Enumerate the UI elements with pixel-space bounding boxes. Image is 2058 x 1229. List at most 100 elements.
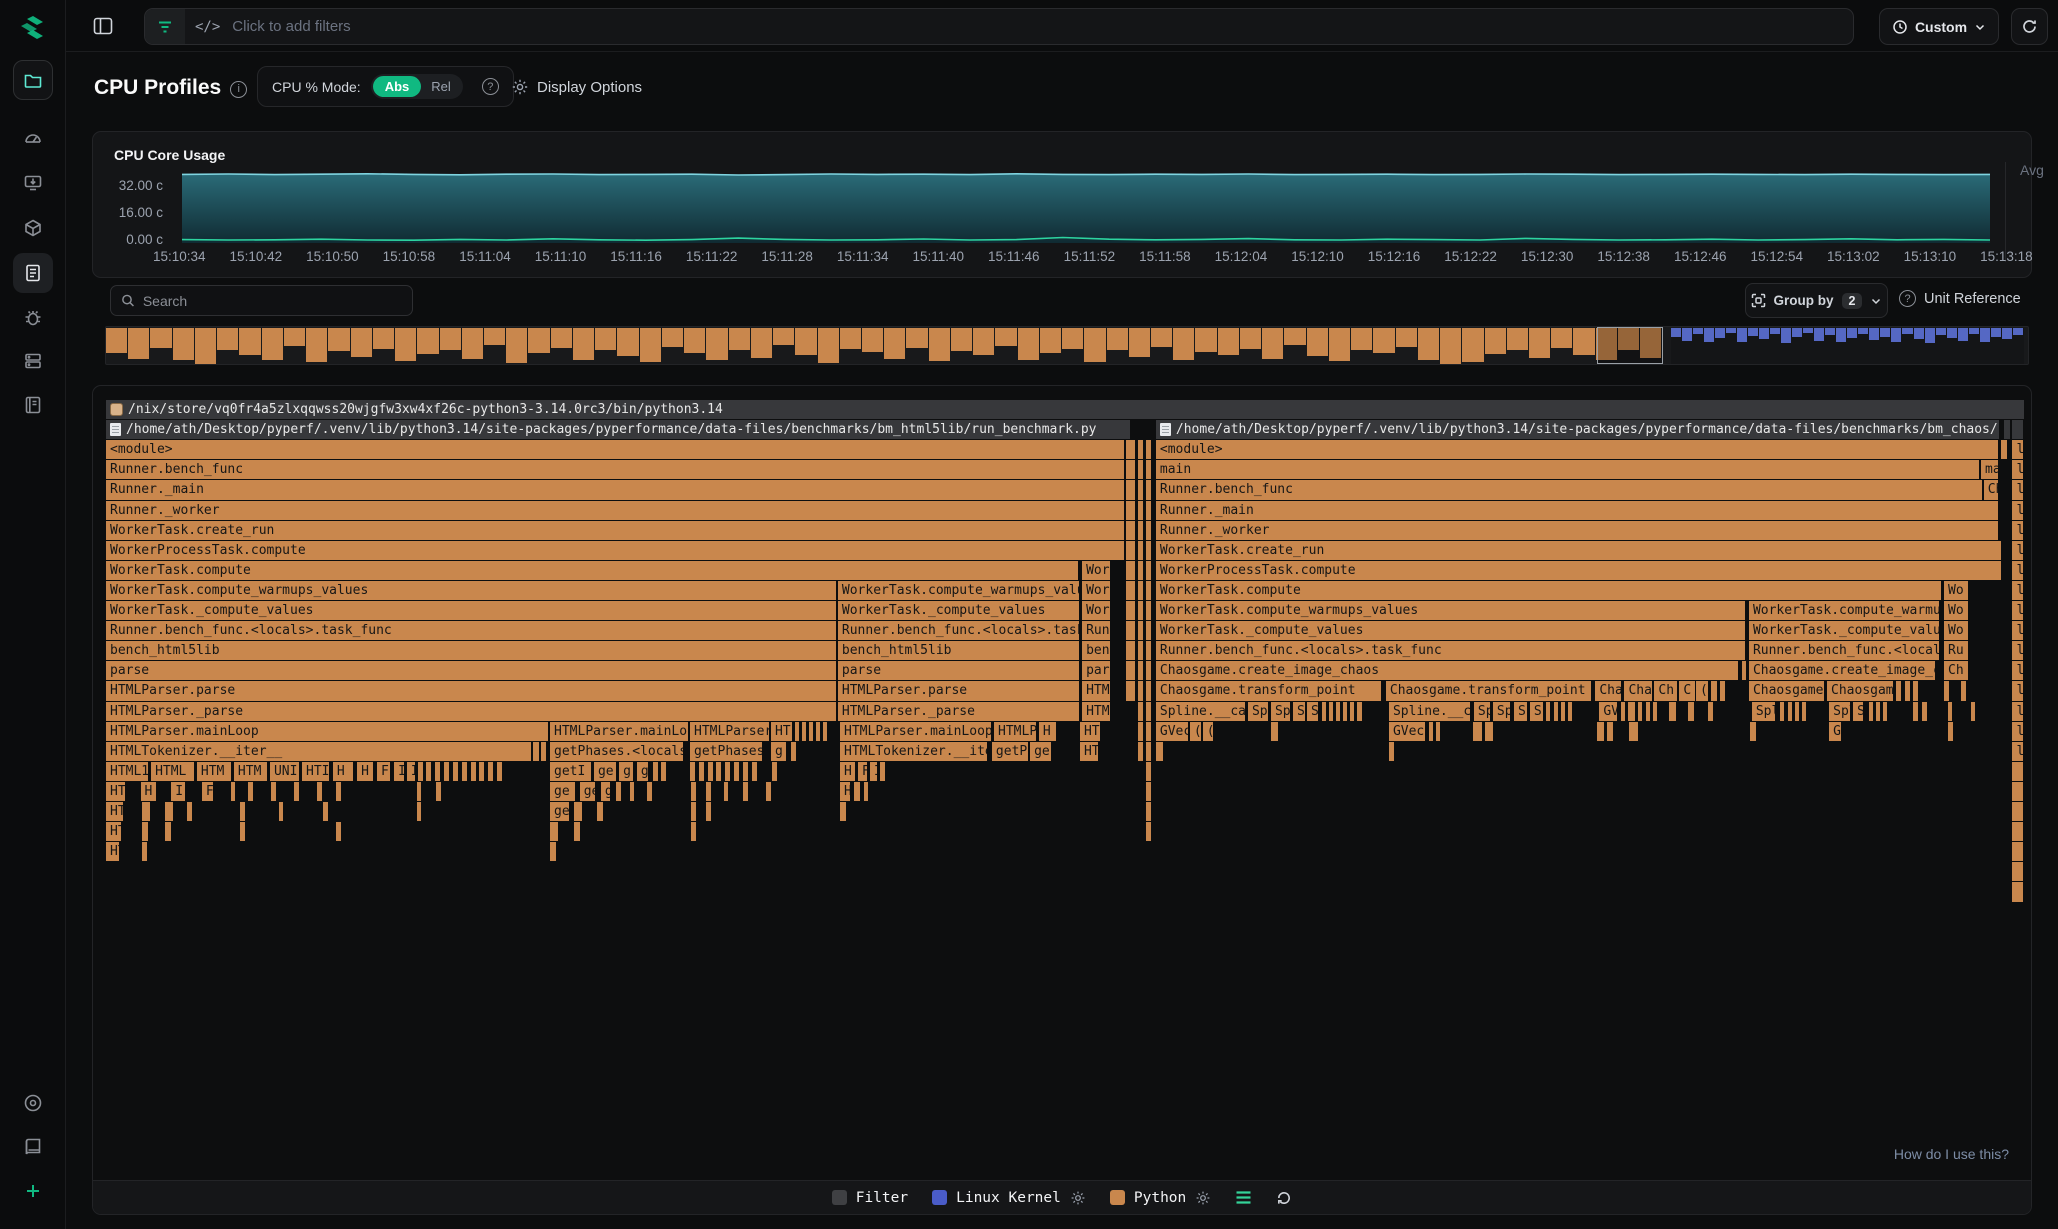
flame-cell[interactable] — [574, 802, 582, 821]
flame-cell[interactable] — [294, 782, 299, 801]
flame-cell[interactable]: S — [1853, 702, 1863, 721]
legend-menu-button[interactable] — [1235, 1190, 1252, 1205]
flame-cell[interactable] — [1329, 702, 1333, 721]
flame-cell[interactable] — [417, 802, 422, 821]
flame-cell[interactable]: Chaosgame.transform_point — [1156, 681, 1381, 700]
filter-mode-button[interactable] — [145, 9, 185, 44]
flame-cell[interactable] — [436, 782, 441, 801]
flame-cell[interactable] — [1138, 440, 1144, 459]
flame-cell[interactable] — [1146, 480, 1152, 499]
flame-cell[interactable] — [1146, 702, 1152, 721]
flame-cell[interactable] — [1561, 702, 1565, 721]
flame-cell[interactable] — [1126, 681, 1135, 700]
flame-cell[interactable] — [2004, 420, 2010, 439]
flame-cell[interactable]: Ru — [1944, 641, 1968, 660]
flame-cell[interactable] — [1146, 681, 1152, 700]
flame-cell[interactable] — [187, 802, 193, 821]
flame-cell[interactable] — [426, 762, 431, 781]
flame-cell[interactable]: parse — [106, 661, 836, 680]
flame-cell[interactable] — [734, 762, 739, 781]
flame-cell[interactable] — [1138, 460, 1144, 479]
flame-cell[interactable]: Work — [1082, 561, 1110, 580]
flame-cell[interactable]: F — [377, 762, 390, 781]
flame-cell[interactable] — [1961, 681, 1966, 700]
flame-cell[interactable]: WorkerTask._compute_values — [838, 601, 1079, 620]
flame-cell[interactable]: ( — [1696, 681, 1708, 700]
flame-cell[interactable]: l — [2012, 581, 2023, 600]
flame-cell[interactable] — [279, 802, 284, 821]
flame-cell[interactable]: HTMLParser._parse — [838, 702, 1079, 721]
flame-cell[interactable]: getPhases — [690, 742, 762, 761]
flame-cell[interactable] — [1126, 480, 1135, 499]
flame-cell[interactable]: Wo — [1944, 621, 1968, 640]
flame-cell[interactable] — [1653, 702, 1657, 721]
flame-cell[interactable] — [616, 782, 621, 801]
flame-cell[interactable] — [1554, 702, 1558, 721]
flame-cell[interactable]: Runner.bench_func — [106, 460, 1124, 479]
flame-cell[interactable]: benc — [1082, 641, 1110, 660]
flame-cell[interactable] — [1948, 702, 1952, 721]
flame-cell[interactable]: HT — [106, 782, 125, 801]
flame-cell[interactable]: HTMLParser.mainLoop — [840, 722, 991, 741]
flame-cell[interactable]: WorkerTask._compute_values — [1749, 621, 1939, 640]
flame-cell[interactable]: H — [840, 762, 855, 781]
flame-cell[interactable] — [630, 782, 635, 801]
sidebar-item-storage[interactable] — [13, 341, 53, 381]
flame-cell[interactable] — [597, 802, 603, 821]
flame-cell[interactable] — [1629, 722, 1638, 741]
flame-cell[interactable] — [2012, 842, 2023, 861]
flame-cell[interactable]: Runner._main — [1156, 501, 1998, 520]
flame-cell[interactable]: ge — [550, 802, 569, 821]
flame-cell[interactable]: HTMLParser.parse — [838, 681, 1079, 700]
flame-cell[interactable]: HTMLParser.parse — [106, 681, 836, 700]
flame-cell[interactable]: H — [333, 762, 353, 781]
cpu-mode-toggle[interactable]: Abs Rel — [371, 74, 463, 99]
flame-cell[interactable]: I — [171, 782, 184, 801]
flame-cell[interactable]: /home/ath/Desktop/pyperf/.venv/lib/pytho… — [106, 420, 1130, 439]
flame-cell[interactable] — [231, 782, 236, 801]
flame-cell[interactable] — [1126, 521, 1135, 540]
flame-cell[interactable]: pars — [1082, 661, 1110, 680]
flame-cell[interactable]: g — [771, 742, 786, 761]
flame-cell[interactable]: I — [870, 762, 877, 781]
flame-cell[interactable]: WorkerProcessTask.compute — [106, 541, 1124, 560]
flame-cell[interactable] — [1126, 581, 1135, 600]
flame-cell[interactable] — [699, 762, 704, 781]
app-logo[interactable] — [13, 8, 53, 48]
flame-cell[interactable] — [240, 822, 245, 841]
sidebar-item-logs[interactable] — [13, 385, 53, 425]
flame-cell[interactable] — [802, 722, 806, 741]
flame-cell[interactable] — [1146, 802, 1152, 821]
flame-cell[interactable]: GV — [1599, 702, 1617, 721]
flame-cell[interactable]: I — [880, 762, 885, 781]
display-options-button[interactable]: Display Options — [511, 78, 642, 96]
flame-cell[interactable]: H — [1039, 722, 1056, 741]
flame-cell[interactable] — [1126, 541, 1135, 560]
flame-cell[interactable]: l — [2012, 661, 2023, 680]
flame-cell[interactable]: Chaosgame.transform_point — [1386, 681, 1591, 700]
flame-cell[interactable]: Work — [1082, 581, 1110, 600]
flame-cell[interactable] — [142, 842, 147, 861]
flame-cell[interactable]: WorkerProcessTask.compute — [1156, 561, 2001, 580]
flame-cell[interactable]: g — [637, 762, 648, 781]
flame-cell[interactable]: l — [2012, 460, 2023, 479]
flame-cell[interactable]: Wo — [1944, 601, 1968, 620]
flame-cell[interactable] — [418, 762, 423, 781]
flame-cell[interactable] — [1138, 722, 1144, 741]
unit-reference-button[interactable]: ? Unit Reference — [1899, 290, 2021, 307]
flame-cell[interactable]: Spl — [1752, 702, 1775, 721]
flame-cell[interactable]: getI — [550, 762, 591, 781]
flame-cell[interactable] — [1742, 661, 1746, 680]
flame-cell[interactable] — [1138, 702, 1144, 721]
flame-cell[interactable] — [336, 782, 341, 801]
flame-cell[interactable] — [435, 762, 440, 781]
legend-settings-button[interactable] — [1195, 1190, 1211, 1206]
flame-cell[interactable] — [1146, 782, 1152, 801]
flame-cell[interactable]: Runner.bench_func — [1156, 480, 1982, 499]
flame-cell[interactable] — [864, 782, 869, 801]
flame-cell[interactable]: Work — [1082, 601, 1110, 620]
flame-cell[interactable]: l — [2012, 561, 2023, 580]
flame-cell[interactable]: WorkerTask.compute — [1156, 581, 1941, 600]
flame-cell[interactable] — [661, 762, 666, 781]
flame-cell[interactable]: HTML — [1082, 681, 1110, 700]
